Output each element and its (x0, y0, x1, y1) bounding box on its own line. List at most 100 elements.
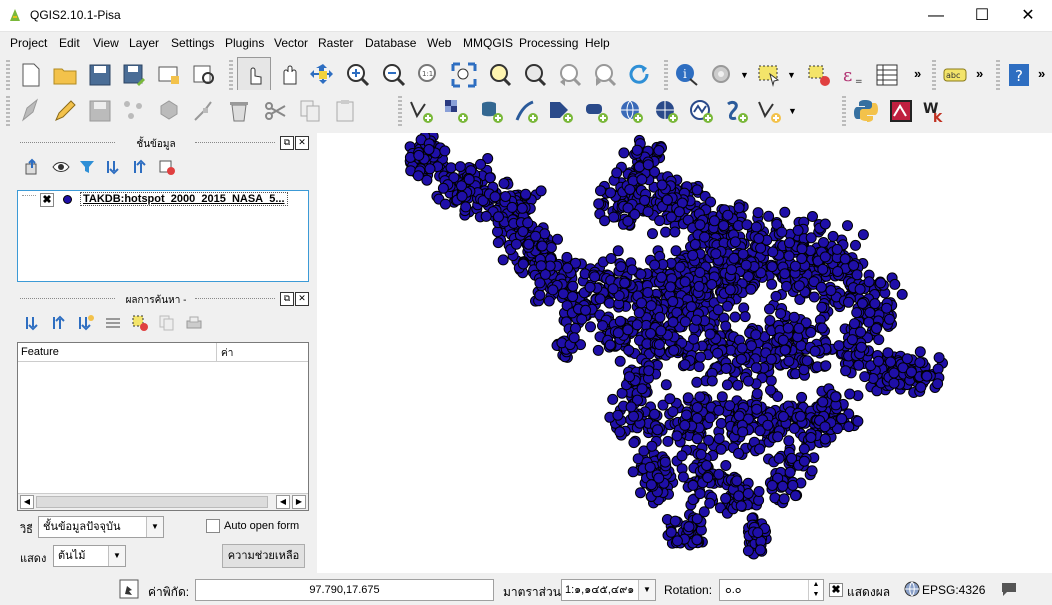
delete-selected-icon[interactable] (226, 98, 252, 124)
pan-map-icon[interactable] (277, 62, 303, 88)
float-panel-button[interactable]: ⧉ (280, 292, 294, 306)
float-panel-button[interactable]: ⧉ (280, 136, 294, 150)
clear-results-icon[interactable] (104, 314, 122, 332)
map-canvas[interactable] (317, 133, 1052, 573)
copy-features-icon[interactable] (297, 98, 323, 124)
add-vector-layer-icon[interactable] (408, 98, 434, 124)
composer-manager-icon[interactable] (191, 62, 217, 88)
open-layer-styling-icon[interactable] (24, 158, 42, 176)
message-log-icon[interactable] (1000, 581, 1018, 597)
deselect-results-icon[interactable] (131, 314, 149, 332)
menu-raster[interactable]: Raster (318, 36, 353, 50)
label-tool-icon[interactable]: abc (942, 62, 968, 88)
toolbar-grip[interactable] (664, 60, 668, 90)
mode-select[interactable]: ชั้นข้อมูลปัจจุบัน ▼ (38, 516, 164, 538)
help-contents-icon[interactable]: ? (1006, 62, 1032, 88)
feature-column-header[interactable]: Feature (18, 343, 217, 362)
add-oracle-layer-icon[interactable] (723, 98, 749, 124)
save-as-icon[interactable] (121, 62, 147, 88)
add-mssql-layer-icon[interactable] (583, 98, 609, 124)
collapse-tree-icon[interactable] (51, 314, 69, 332)
scroll-left-icon[interactable]: ◀ (276, 495, 290, 509)
toggle-editing-icon[interactable] (52, 98, 78, 124)
value-column-header[interactable]: ค่า (217, 343, 308, 362)
remove-layer-icon[interactable] (158, 158, 176, 176)
expand-tree-icon[interactable] (24, 314, 42, 332)
add-raster-layer-icon[interactable] (443, 98, 469, 124)
close-panel-button[interactable]: ✕ (295, 136, 309, 150)
crs-label[interactable]: EPSG:4326 (922, 583, 985, 597)
menu-vector[interactable]: Vector (274, 36, 308, 50)
layer-visibility-checkbox[interactable]: ✖ (40, 193, 54, 207)
add-wms-layer-icon[interactable] (618, 98, 644, 124)
toolbar-grip[interactable] (932, 60, 936, 90)
scroll-right-icon[interactable]: ▶ (292, 495, 306, 509)
touch-zoom-pan-icon[interactable] (241, 62, 267, 88)
toolbar-grip[interactable] (229, 60, 233, 90)
run-feature-action-icon[interactable] (709, 62, 735, 88)
paste-features-icon[interactable] (332, 98, 358, 124)
toolbar-overflow-icon[interactable]: » (1038, 66, 1045, 81)
zoom-in-icon[interactable] (345, 62, 371, 88)
add-postgis-layer-icon[interactable] (478, 98, 504, 124)
scale-select[interactable]: 1:๑,๑๔๕,๔๙๑ ▼ (561, 579, 656, 601)
menu-mmqgis[interactable]: MMQGIS (463, 36, 513, 50)
toolbar-grip[interactable] (996, 60, 1000, 90)
menu-processing[interactable]: Processing (519, 36, 578, 50)
zoom-native-resolution-icon[interactable]: 1:1 (416, 62, 442, 88)
minimize-button[interactable]: — (913, 0, 959, 31)
zoom-full-icon[interactable] (451, 62, 477, 88)
help-button[interactable]: ความช่วยเหลือ (222, 544, 305, 568)
toolbar-grip[interactable] (842, 96, 846, 126)
auto-open-form-checkbox[interactable] (206, 519, 220, 533)
toolbar-overflow-icon[interactable]: » (914, 66, 921, 81)
save-layer-edits-icon[interactable] (87, 98, 113, 124)
print-results-icon[interactable] (185, 314, 203, 332)
copy-results-icon[interactable] (157, 314, 175, 332)
spin-up-icon[interactable]: ▲ (808, 580, 823, 590)
menu-edit[interactable]: Edit (59, 36, 80, 50)
menu-database[interactable]: Database (365, 36, 416, 50)
dropdown-arrow-icon[interactable]: ▼ (740, 70, 749, 80)
open-project-icon[interactable] (52, 62, 78, 88)
new-project-icon[interactable] (18, 62, 44, 88)
dropdown-arrow-icon[interactable]: ▼ (787, 70, 796, 80)
expand-all-icon[interactable] (105, 158, 123, 176)
new-print-composer-icon[interactable] (156, 62, 182, 88)
current-edits-icon[interactable] (18, 98, 44, 124)
select-features-icon[interactable] (756, 62, 782, 88)
node-tool-icon[interactable] (191, 98, 217, 124)
cut-features-icon[interactable] (262, 98, 288, 124)
deselect-features-icon[interactable] (806, 62, 832, 88)
identify-results-table[interactable]: Feature ค่า ◀ ◀ ▶ (17, 342, 309, 511)
quickwkt-icon[interactable]: WK (922, 98, 948, 124)
menu-layer[interactable]: Layer (129, 36, 159, 50)
expand-new-results-icon[interactable] (77, 314, 95, 332)
layer-name[interactable]: TAKDB:hotspot_2000_2015_NASA_5... (80, 192, 288, 206)
new-shapefile-layer-icon[interactable] (756, 98, 782, 124)
close-panel-button[interactable]: ✕ (295, 292, 309, 306)
close-button[interactable]: ✕ (1005, 0, 1051, 31)
add-spatialite-layer-icon[interactable] (548, 98, 574, 124)
coordinate-field[interactable]: 97.790,17.675 (195, 579, 494, 601)
identify-features-icon[interactable]: i (674, 62, 700, 88)
scroll-left-icon[interactable]: ◀ (20, 495, 34, 509)
dropdown-arrow-icon[interactable]: ▼ (788, 106, 797, 116)
manage-map-themes-icon[interactable] (52, 158, 70, 176)
menu-web[interactable]: Web (427, 36, 451, 50)
field-calculator-icon[interactable]: ε = (840, 62, 866, 88)
menu-help[interactable]: Help (585, 36, 610, 50)
menu-settings[interactable]: Settings (171, 36, 214, 50)
layer-tree[interactable]: ✖ TAKDB:hotspot_2000_2015_NASA_5... (17, 190, 309, 282)
add-feature-icon[interactable] (121, 98, 147, 124)
toolbar-grip[interactable] (6, 60, 10, 90)
add-wfs-layer-icon[interactable] (688, 98, 714, 124)
rotation-spinbox[interactable]: ๐.๐ ▲ ▼ (719, 579, 824, 601)
view-select[interactable]: ต้นไม้ ▼ (53, 545, 126, 567)
zoom-to-layer-icon[interactable] (521, 62, 547, 88)
menu-project[interactable]: Project (10, 36, 47, 50)
scrollbar-thumb[interactable] (36, 496, 268, 508)
toolbar-overflow-icon[interactable]: » (976, 66, 983, 81)
toggle-extents-mouse-icon[interactable] (119, 579, 139, 599)
collapse-all-icon[interactable] (132, 158, 150, 176)
